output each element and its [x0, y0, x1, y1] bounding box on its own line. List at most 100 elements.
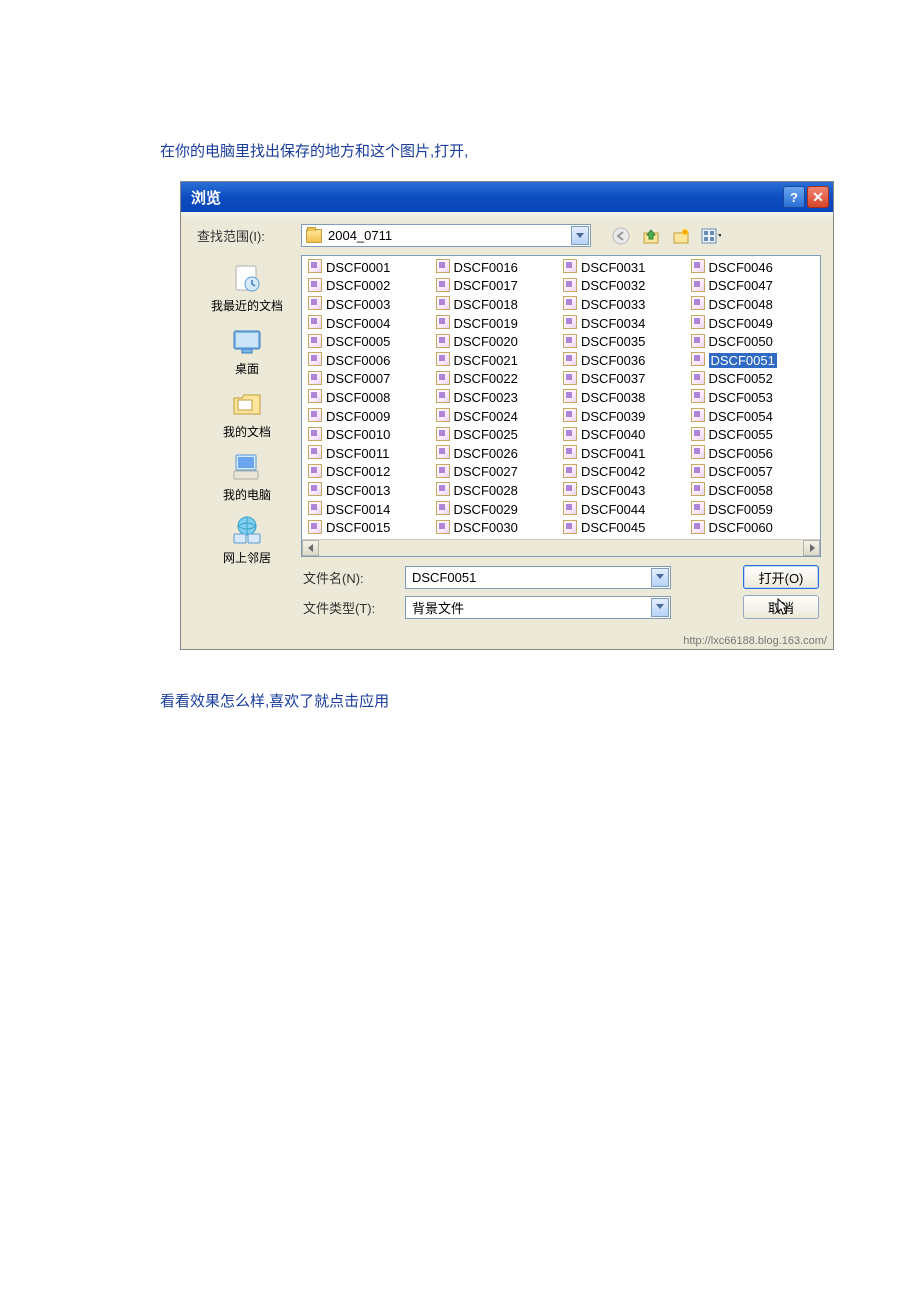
chevron-down-icon[interactable]: [651, 598, 669, 617]
file-item[interactable]: DSCF0016: [434, 258, 562, 277]
up-one-level-icon[interactable]: [641, 226, 661, 246]
file-item[interactable]: DSCF0056: [689, 444, 817, 463]
file-item[interactable]: DSCF0042: [561, 463, 689, 482]
file-item[interactable]: DSCF0057: [689, 463, 817, 482]
file-item[interactable]: DSCF0012: [306, 463, 434, 482]
image-file-icon: [308, 352, 324, 368]
file-item[interactable]: DSCF0007: [306, 370, 434, 389]
file-item[interactable]: DSCF0052: [689, 370, 817, 389]
file-item[interactable]: DSCF0026: [434, 444, 562, 463]
file-item[interactable]: DSCF0008: [306, 388, 434, 407]
image-file-icon: [308, 501, 324, 517]
file-item[interactable]: DSCF0013: [306, 481, 434, 500]
file-item[interactable]: DSCF0031: [561, 258, 689, 277]
file-item[interactable]: DSCF0044: [561, 500, 689, 519]
file-item[interactable]: DSCF0030: [434, 518, 562, 537]
file-item[interactable]: DSCF0018: [434, 295, 562, 314]
help-button[interactable]: ?: [783, 186, 805, 208]
image-file-icon: [308, 520, 324, 536]
file-item[interactable]: DSCF0035: [561, 332, 689, 351]
file-item[interactable]: DSCF0059: [689, 500, 817, 519]
image-file-icon: [308, 445, 324, 461]
file-item[interactable]: DSCF0015: [306, 518, 434, 537]
places-desktop[interactable]: 桌面: [193, 320, 301, 383]
file-item[interactable]: DSCF0054: [689, 407, 817, 426]
scroll-left-button[interactable]: [302, 540, 319, 556]
file-item[interactable]: DSCF0045: [561, 518, 689, 537]
file-item[interactable]: DSCF0055: [689, 425, 817, 444]
close-button[interactable]: ✕: [807, 186, 829, 208]
file-item[interactable]: DSCF0041: [561, 444, 689, 463]
file-item[interactable]: DSCF0039: [561, 407, 689, 426]
file-item[interactable]: DSCF0021: [434, 351, 562, 370]
file-item[interactable]: DSCF0051: [689, 351, 817, 370]
file-item[interactable]: DSCF0020: [434, 332, 562, 351]
file-item[interactable]: DSCF0023: [434, 388, 562, 407]
file-item[interactable]: DSCF0036: [561, 351, 689, 370]
file-item[interactable]: DSCF0025: [434, 425, 562, 444]
file-item[interactable]: DSCF0037: [561, 370, 689, 389]
file-item-label: DSCF0049: [709, 316, 773, 331]
image-file-icon: [691, 482, 707, 498]
folder-icon: [306, 229, 322, 243]
view-menu-icon[interactable]: [701, 226, 721, 246]
image-file-icon: [436, 259, 452, 275]
scroll-track[interactable]: [319, 540, 803, 556]
desktop-icon: [229, 324, 265, 358]
places-mycomputer[interactable]: 我的电脑: [193, 446, 301, 509]
file-item[interactable]: DSCF0027: [434, 463, 562, 482]
file-item[interactable]: DSCF0002: [306, 277, 434, 296]
file-item[interactable]: DSCF0032: [561, 277, 689, 296]
chevron-down-icon[interactable]: [651, 568, 669, 587]
file-item[interactable]: DSCF0033: [561, 295, 689, 314]
image-file-icon: [308, 371, 324, 387]
back-icon[interactable]: [611, 226, 631, 246]
file-item[interactable]: DSCF0049: [689, 314, 817, 333]
file-item[interactable]: DSCF0005: [306, 332, 434, 351]
file-item[interactable]: DSCF0003: [306, 295, 434, 314]
file-item[interactable]: DSCF0028: [434, 481, 562, 500]
file-item[interactable]: DSCF0006: [306, 351, 434, 370]
file-item[interactable]: DSCF0048: [689, 295, 817, 314]
file-item[interactable]: DSCF0004: [306, 314, 434, 333]
new-folder-icon[interactable]: [671, 226, 691, 246]
open-button[interactable]: 打开(O): [743, 565, 819, 589]
file-item-label: DSCF0040: [581, 427, 645, 442]
file-item[interactable]: DSCF0024: [434, 407, 562, 426]
file-item[interactable]: DSCF0060: [689, 518, 817, 537]
file-item[interactable]: DSCF0050: [689, 332, 817, 351]
places-recent[interactable]: 我最近的文档: [193, 257, 301, 320]
file-item[interactable]: DSCF0058: [689, 481, 817, 500]
places-bar: 我最近的文档 桌面 我的文档 我的电脑 网上邻居: [193, 255, 301, 627]
file-item[interactable]: DSCF0001: [306, 258, 434, 277]
places-mydocuments[interactable]: 我的文档: [193, 383, 301, 446]
file-item[interactable]: DSCF0022: [434, 370, 562, 389]
file-item[interactable]: DSCF0053: [689, 388, 817, 407]
horizontal-scrollbar[interactable]: [302, 539, 820, 556]
file-item[interactable]: DSCF0014: [306, 500, 434, 519]
file-item[interactable]: DSCF0019: [434, 314, 562, 333]
file-item[interactable]: DSCF0017: [434, 277, 562, 296]
file-item[interactable]: DSCF0034: [561, 314, 689, 333]
chevron-down-icon[interactable]: [571, 226, 589, 245]
places-network[interactable]: 网上邻居: [193, 509, 301, 572]
file-item[interactable]: DSCF0009: [306, 407, 434, 426]
file-list[interactable]: DSCF0001DSCF0002DSCF0003DSCF0004DSCF0005…: [301, 255, 821, 557]
scroll-right-button[interactable]: [803, 540, 820, 556]
filename-input[interactable]: DSCF0051: [405, 566, 671, 589]
recent-documents-icon: [229, 261, 265, 295]
file-item[interactable]: DSCF0043: [561, 481, 689, 500]
image-file-icon: [563, 389, 579, 405]
filetype-dropdown[interactable]: 背景文件: [405, 596, 671, 619]
file-item[interactable]: DSCF0046: [689, 258, 817, 277]
file-item-label: DSCF0022: [454, 371, 518, 386]
look-in-dropdown[interactable]: 2004_0711: [301, 224, 591, 247]
file-item[interactable]: DSCF0038: [561, 388, 689, 407]
file-item[interactable]: DSCF0011: [306, 444, 434, 463]
cancel-button[interactable]: 取消: [743, 595, 819, 619]
file-item[interactable]: DSCF0029: [434, 500, 562, 519]
file-item[interactable]: DSCF0010: [306, 425, 434, 444]
file-item[interactable]: DSCF0047: [689, 277, 817, 296]
image-file-icon: [308, 315, 324, 331]
file-item[interactable]: DSCF0040: [561, 425, 689, 444]
